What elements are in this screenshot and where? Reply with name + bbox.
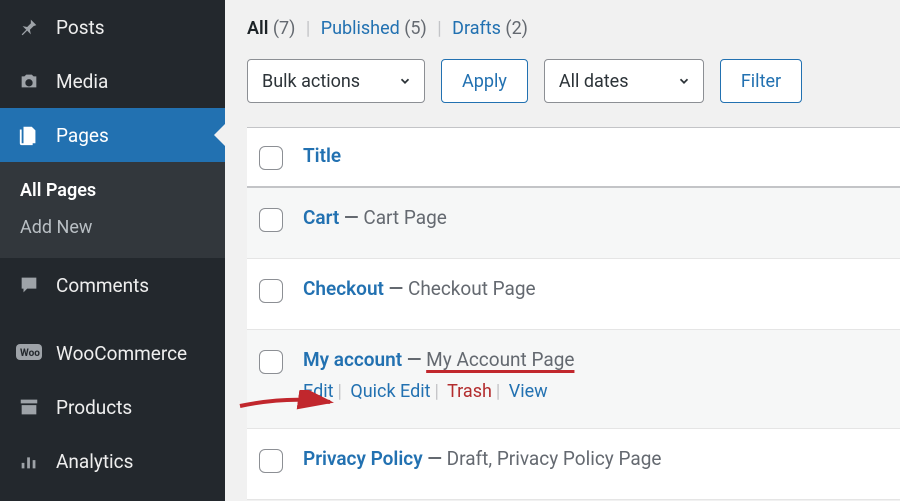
date-filter-value: All dates <box>559 71 629 92</box>
submenu-all-pages[interactable]: All Pages <box>0 172 225 209</box>
sidebar-item-pages[interactable]: Pages <box>0 108 225 162</box>
sidebar-item-woocommerce[interactable]: Woo WooCommerce <box>0 326 225 380</box>
sidebar-submenu-pages: All Pages Add New <box>0 162 225 258</box>
page-state: Cart Page <box>363 206 447 229</box>
bar-chart-icon <box>16 448 42 474</box>
action-edit[interactable]: Edit <box>303 381 333 402</box>
submenu-add-new[interactable]: Add New <box>0 209 225 246</box>
page-state: Checkout Page <box>408 277 536 300</box>
filter-all-count: (7) <box>273 18 296 39</box>
page-state: Draft, Privacy Policy Page <box>447 447 662 470</box>
row-title-cell: Checkout — Checkout Page <box>303 277 536 300</box>
table-row: My account — My Account Page Edit| Quick… <box>247 330 900 429</box>
filter-drafts-count: (2) <box>505 18 528 39</box>
bulk-actions-select[interactable]: Bulk actions <box>247 59 425 103</box>
apply-button[interactable]: Apply <box>441 59 528 103</box>
filter-all[interactable]: All <box>247 18 268 39</box>
table-header-row: Title <box>247 128 900 188</box>
date-filter-select[interactable]: All dates <box>544 59 704 103</box>
chevron-down-icon <box>398 74 412 88</box>
separator: | <box>300 18 316 39</box>
comment-icon <box>16 272 42 298</box>
row-checkbox[interactable] <box>259 350 283 374</box>
sidebar-item-label: Pages <box>56 124 109 147</box>
page-title-link[interactable]: Privacy Policy <box>303 447 423 470</box>
woocommerce-icon: Woo <box>16 340 42 366</box>
sidebar-item-label: Products <box>56 396 132 419</box>
row-checkbox[interactable] <box>259 208 283 232</box>
row-title-cell: My account — My Account Page Edit| Quick… <box>303 348 574 402</box>
svg-text:Woo: Woo <box>20 348 40 359</box>
sidebar-item-marketing[interactable]: Marketing <box>0 488 225 501</box>
pages-icon <box>16 122 42 148</box>
sidebar-item-products[interactable]: Products <box>0 380 225 434</box>
action-quick-edit[interactable]: Quick Edit <box>350 381 430 402</box>
filter-drafts[interactable]: Drafts <box>452 18 501 39</box>
camera-icon <box>16 68 42 94</box>
sidebar-item-media[interactable]: Media <box>0 54 225 108</box>
pin-icon <box>16 14 42 40</box>
sidebar-item-label: Media <box>56 70 108 93</box>
action-trash[interactable]: Trash <box>447 381 492 402</box>
action-view[interactable]: View <box>509 381 548 402</box>
row-checkbox[interactable] <box>259 279 283 303</box>
page-title-link[interactable]: Cart <box>303 206 339 229</box>
filter-published[interactable]: Published <box>321 18 400 39</box>
view-filters: All (7) | Published (5) | Drafts (2) <box>247 18 900 39</box>
bulk-actions-toolbar: Bulk actions Apply All dates Filter <box>247 59 900 103</box>
sidebar-item-analytics[interactable]: Analytics <box>0 434 225 488</box>
page-state: My Account Page <box>426 348 574 371</box>
archive-icon <box>16 394 42 420</box>
bulk-actions-value: Bulk actions <box>262 71 360 92</box>
main-content: All (7) | Published (5) | Drafts (2) Bul… <box>225 0 900 501</box>
sidebar-item-label: Comments <box>56 274 149 297</box>
select-all-checkbox[interactable] <box>259 146 283 170</box>
sidebar-item-posts[interactable]: Posts <box>0 0 225 54</box>
filter-button[interactable]: Filter <box>720 59 802 103</box>
chevron-down-icon <box>677 74 691 88</box>
table-row: Privacy Policy — Draft, Privacy Policy P… <box>247 429 900 500</box>
row-actions: Edit| Quick Edit| Trash| View <box>303 381 574 402</box>
sidebar-item-label: WooCommerce <box>56 342 187 365</box>
separator: | <box>431 18 447 39</box>
sidebar-item-label: Posts <box>56 16 105 39</box>
column-header-title[interactable]: Title <box>303 144 341 167</box>
row-title-cell: Cart — Cart Page <box>303 206 447 229</box>
row-title-cell: Privacy Policy — Draft, Privacy Policy P… <box>303 447 661 470</box>
sidebar-item-label: Analytics <box>56 450 133 473</box>
page-title-link[interactable]: Checkout <box>303 277 384 300</box>
filter-published-count: (5) <box>404 18 427 39</box>
pages-table: Title Cart — Cart Page Checkout — Checko… <box>247 127 900 500</box>
table-row: Cart — Cart Page <box>247 188 900 259</box>
table-row: Checkout — Checkout Page <box>247 259 900 330</box>
sidebar-item-comments[interactable]: Comments <box>0 258 225 312</box>
admin-sidebar: Posts Media Pages All Pages Add New Comm… <box>0 0 225 501</box>
row-checkbox[interactable] <box>259 449 283 473</box>
page-title-link[interactable]: My account <box>303 348 402 371</box>
